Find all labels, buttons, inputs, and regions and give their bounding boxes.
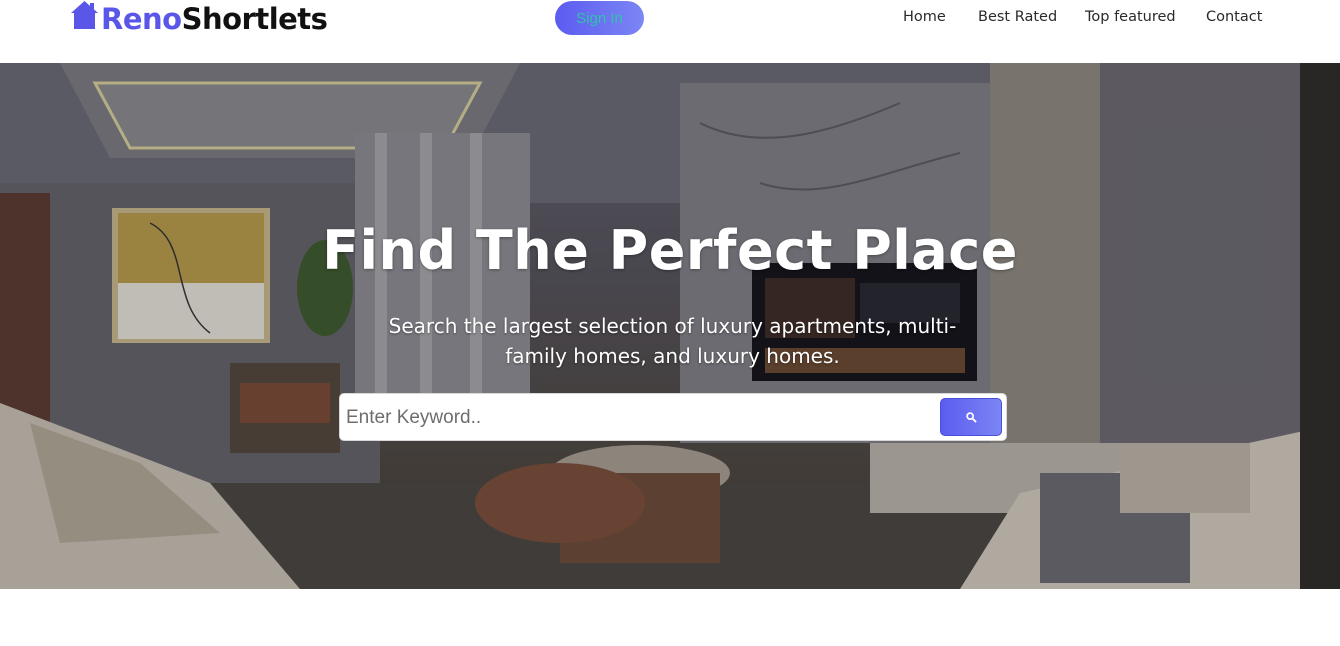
search-button[interactable] xyxy=(940,398,1002,436)
main-nav: Home Best Rated Top featured Contact xyxy=(0,9,1340,29)
nav-link-contact[interactable]: Contact xyxy=(1206,9,1262,25)
hero-subtitle: Search the largest selection of luxury a… xyxy=(388,314,957,368)
search-input[interactable] xyxy=(344,400,933,436)
hero-section: Find The Perfect Place Search the larges… xyxy=(0,63,1340,589)
search-bar xyxy=(339,393,1007,441)
nav-link-top-featured[interactable]: Top featured xyxy=(1085,9,1176,25)
nav-link-best-rated[interactable]: Best Rated xyxy=(978,9,1057,25)
site-header: Reno Shortlets Sign In Home Best Rated To… xyxy=(0,0,1340,63)
hero-title: Find The Perfect Place xyxy=(322,219,1018,282)
nav-link-home[interactable]: Home xyxy=(903,9,946,25)
search-icon xyxy=(965,411,977,423)
